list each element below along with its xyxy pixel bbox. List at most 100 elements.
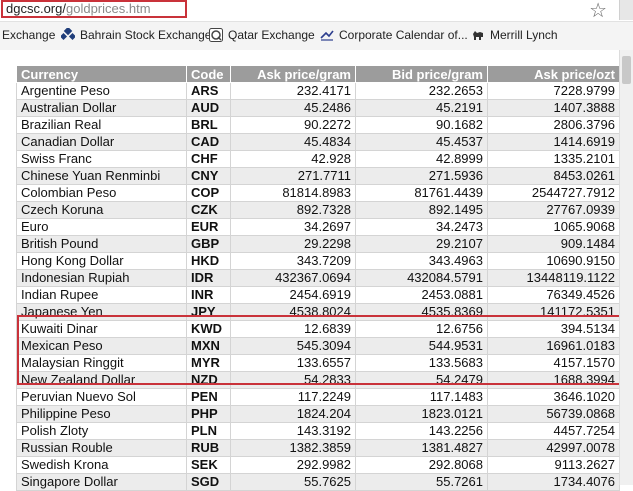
code-cell: PEN — [186, 388, 231, 406]
ask-ozt-cell: 1688.3994 — [487, 371, 620, 389]
ask-ozt-cell: 1065.9068 — [487, 218, 620, 236]
bid-gram-cell: 42.8999 — [355, 150, 488, 168]
currency-cell: Swedish Krona — [16, 456, 187, 474]
table-row: Polish Zloty PLN 143.3192 143.2256 4457.7254 — [16, 422, 620, 440]
ask-ozt-cell: 909.1484 — [487, 235, 620, 253]
ask-ozt-cell: 56739.0868 — [487, 405, 620, 423]
ask-gram-cell: 133.6557 — [230, 354, 356, 372]
table-row: Peruvian Nuevo Sol PEN 117.2249 117.1483 364… — [16, 388, 620, 406]
ask-gram-cell: 81814.8983 — [230, 184, 356, 202]
table-row: Singapore Dollar SGD 55.7625 55.7261 1734.40… — [16, 473, 620, 491]
table-row: Chinese Yuan Renminbi CNY 271.7711 271.5936… — [16, 167, 620, 185]
bid-gram-cell: 2453.0881 — [355, 286, 488, 304]
ask-ozt-cell: 16961.0183 — [487, 337, 620, 355]
table-row: Philippine Peso PHP 1824.204 1823.0121 56739… — [16, 405, 620, 423]
ask-gram-cell: 545.3094 — [230, 337, 356, 355]
ask-gram-cell: 29.2298 — [230, 235, 356, 253]
ask-ozt-cell: 2544727.7912 — [487, 184, 620, 202]
ask-gram-cell: 1382.3859 — [230, 439, 356, 457]
ask-gram-cell: 12.6839 — [230, 320, 356, 338]
currency-cell: Japanese Yen — [16, 303, 187, 321]
bid-gram-cell: 892.1495 — [355, 201, 488, 219]
currency-cell: Polish Zloty — [16, 422, 187, 440]
code-cell: AUD — [186, 99, 231, 117]
bookmark-merrill-lynch[interactable]: Merrill Lynch — [471, 28, 558, 42]
bid-gram-cell: 90.1682 — [355, 116, 488, 134]
table-row: British Pound GBP 29.2298 29.2107 909.1484 — [16, 235, 620, 253]
code-cell: MXN — [186, 337, 231, 355]
table-row: Indian Rupee INR 2454.6919 2453.0881 76349.4… — [16, 286, 620, 304]
table-row: Hong Kong Dollar HKD 343.7209 343.4963 10690… — [16, 252, 620, 270]
table-row: Indonesian Rupiah IDR 432367.0694 432084.57… — [16, 269, 620, 287]
bookmark-bahrain-stock-exchange[interactable]: Bahrain Stock Exchange — [61, 28, 211, 42]
currency-cell: Indian Rupee — [16, 286, 187, 304]
bookmark-corporate-calendar[interactable]: Corporate Calendar of... — [320, 28, 468, 42]
ask-gram-cell: 232.4171 — [230, 82, 356, 100]
ask-ozt-cell: 394.5134 — [487, 320, 620, 338]
currency-cell: Indonesian Rupiah — [16, 269, 187, 287]
ask-ozt-cell: 10690.9150 — [487, 252, 620, 270]
bookmark-star-icon[interactable]: ☆ — [589, 0, 607, 23]
merrill-bull-icon — [473, 31, 483, 40]
code-cell: CNY — [186, 167, 231, 185]
column-header-bid-gram: Bid price/gram — [355, 65, 488, 83]
bid-gram-cell: 292.8068 — [355, 456, 488, 474]
code-cell: EUR — [186, 218, 231, 236]
bookmark-label: Corporate Calendar of... — [339, 28, 468, 42]
table-row: Czech Koruna CZK 892.7328 892.1495 27767.093… — [16, 201, 620, 219]
ask-gram-cell: 34.2697 — [230, 218, 356, 236]
ask-ozt-cell: 3646.1020 — [487, 388, 620, 406]
ask-ozt-cell: 4457.7254 — [487, 422, 620, 440]
ask-gram-cell: 55.7625 — [230, 473, 356, 491]
code-cell: NZD — [186, 371, 231, 389]
vertical-scrollbar[interactable] — [619, 50, 633, 485]
code-cell: CHF — [186, 150, 231, 168]
currency-cell: Philippine Peso — [16, 405, 187, 423]
bid-gram-cell: 12.6756 — [355, 320, 488, 338]
currency-cell: Kuwaiti Dinar — [16, 320, 187, 338]
code-cell: INR — [186, 286, 231, 304]
table-row: Kuwaiti Dinar KWD 12.6839 12.6756 394.5134 — [16, 320, 620, 338]
currency-cell: Euro — [16, 218, 187, 236]
table-row: Argentine Peso ARS 232.4171 232.2653 7228.97… — [16, 82, 620, 100]
table-row: Swiss Franc CHF 42.928 42.8999 1335.2101 — [16, 150, 620, 168]
calendar-logo-icon — [320, 30, 334, 41]
ask-gram-cell: 42.928 — [230, 150, 356, 168]
table-row: Brazilian Real BRL 90.2272 90.1682 2806.3796 — [16, 116, 620, 134]
table-row: New Zealand Dollar NZD 54.2833 54.2479 1688.… — [16, 371, 620, 389]
bid-gram-cell: 55.7261 — [355, 473, 488, 491]
table-row: Australian Dollar AUD 45.2486 45.2191 1407.3… — [16, 99, 620, 117]
ask-gram-cell: 54.2833 — [230, 371, 356, 389]
ask-gram-cell: 117.2249 — [230, 388, 356, 406]
ask-gram-cell: 343.7209 — [230, 252, 356, 270]
address-bar[interactable]: dgcsc.org/goldprices.htm — [1, 0, 187, 18]
address-host: dgcsc.org/ — [6, 1, 66, 16]
bid-gram-cell: 544.9531 — [355, 337, 488, 355]
currency-cell: Hong Kong Dollar — [16, 252, 187, 270]
code-cell: KWD — [186, 320, 231, 338]
currency-cell: Chinese Yuan Renminbi — [16, 167, 187, 185]
table-row: Russian Rouble RUB 1382.3859 1381.4827 42997… — [16, 439, 620, 457]
bid-gram-cell: 117.1483 — [355, 388, 488, 406]
table-row: Mexican Peso MXN 545.3094 544.9531 16961.018… — [16, 337, 620, 355]
bookmark-qatar-exchange[interactable]: Qatar Exchange — [209, 28, 315, 42]
ask-ozt-cell: 27767.0939 — [487, 201, 620, 219]
bid-gram-cell: 271.5936 — [355, 167, 488, 185]
ask-ozt-cell: 1407.3888 — [487, 99, 620, 117]
code-cell: PLN — [186, 422, 231, 440]
toolbar-edge — [619, 0, 633, 20]
code-cell: ARS — [186, 82, 231, 100]
ask-ozt-cell: 4157.1570 — [487, 354, 620, 372]
bookmark-exchange[interactable]: Exchange — [2, 28, 55, 42]
ask-gram-cell: 45.4834 — [230, 133, 356, 151]
ask-gram-cell: 292.9982 — [230, 456, 356, 474]
code-cell: GBP — [186, 235, 231, 253]
table-row: Canadian Dollar CAD 45.4834 45.4537 1414.691… — [16, 133, 620, 151]
code-cell: PHP — [186, 405, 231, 423]
currency-cell: Colombian Peso — [16, 184, 187, 202]
scrollbar-thumb[interactable] — [622, 56, 631, 84]
ask-gram-cell: 271.7711 — [230, 167, 356, 185]
column-header-currency: Currency — [16, 65, 187, 83]
column-header-code: Code — [186, 65, 231, 83]
ask-gram-cell: 432367.0694 — [230, 269, 356, 287]
